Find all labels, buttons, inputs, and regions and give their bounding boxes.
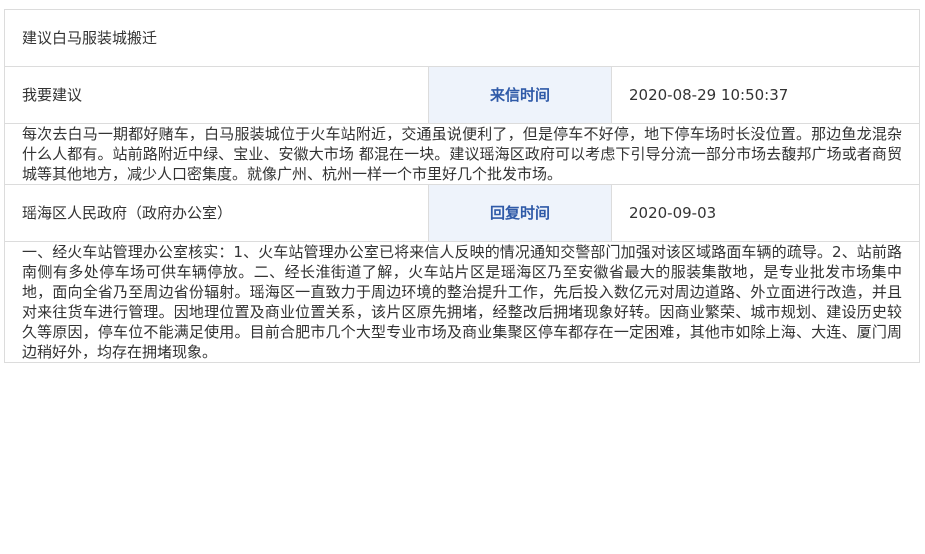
letter-content: 每次去白马一期都好赌车，白马服装城位于火车站附近，交通虽说便利了，但是停车不好停… [4,123,920,185]
letter-title: 建议白马服装城搬迁 [4,9,920,67]
submit-time-label: 来信时间 [428,66,612,124]
submit-time-value: 2020-08-29 10:50:37 [611,66,920,124]
title-row: 建议白马服装城搬迁 [4,9,920,67]
reply-time-label: 回复时间 [428,184,612,242]
letter-table: 建议白马服装城搬迁 我要建议 来信时间 2020-08-29 10:50:37 … [4,9,920,363]
reply-content-row: 一、经火车站管理办公室核实：1、火车站管理办公室已将来信人反映的情况通知交警部门… [4,241,920,363]
content-row: 每次去白马一期都好赌车，白马服装城位于火车站附近，交通虽说便利了，但是停车不好停… [4,123,920,185]
reply-time-value: 2020-09-03 [611,184,920,242]
reply-content: 一、经火车站管理办公室核实：1、火车站管理办公室已将来信人反映的情况通知交警部门… [4,241,920,363]
letter-page: 建议白马服装城搬迁 我要建议 来信时间 2020-08-29 10:50:37 … [0,0,925,554]
responder-label: 瑶海区人民政府（政府办公室） [4,184,429,242]
reply-meta-row: 瑶海区人民政府（政府办公室） 回复时间 2020-09-03 [4,184,920,242]
sender-label: 我要建议 [4,66,429,124]
submit-meta-row: 我要建议 来信时间 2020-08-29 10:50:37 [4,66,920,124]
